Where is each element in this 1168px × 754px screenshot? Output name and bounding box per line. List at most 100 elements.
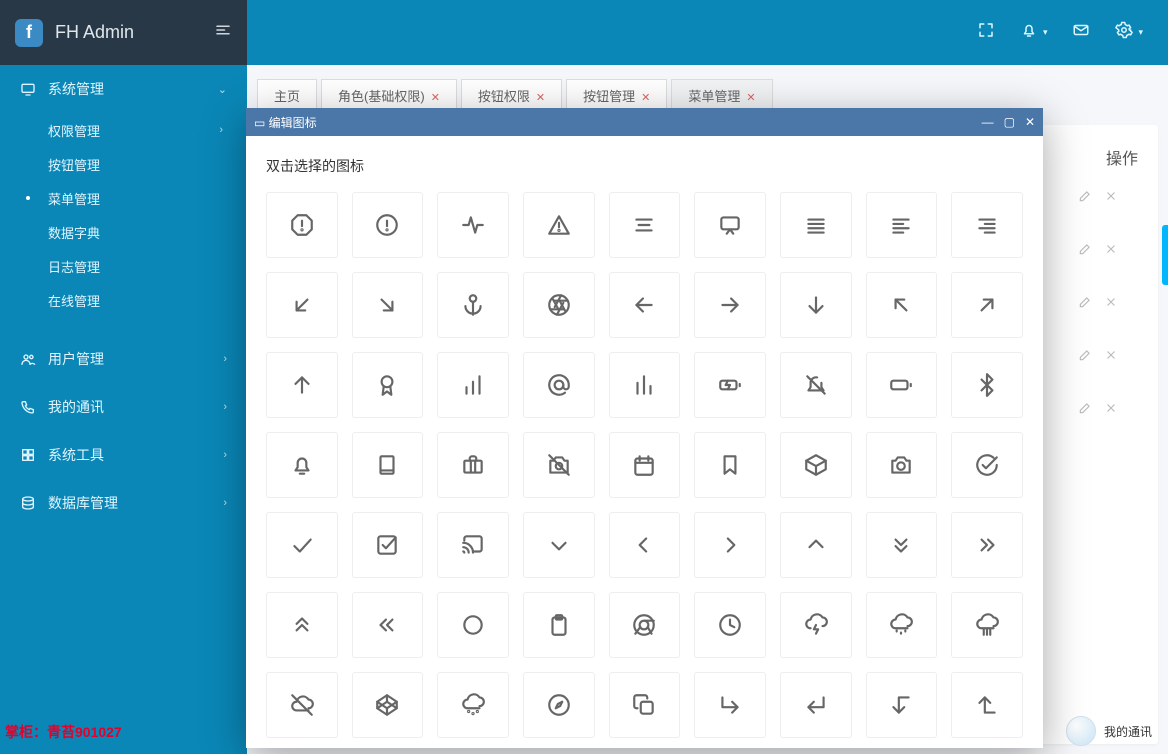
box-icon[interactable] <box>780 432 852 498</box>
align-justify-icon[interactable] <box>780 192 852 258</box>
mail-icon[interactable] <box>1072 21 1090 44</box>
clock-icon[interactable] <box>694 592 766 658</box>
align-right-icon[interactable] <box>951 192 1023 258</box>
sidebar-sub-0-4[interactable]: 日志管理 <box>0 249 247 283</box>
edit-icon[interactable] <box>1078 189 1092 203</box>
sidebar-sub-0-3[interactable]: 数据字典 <box>0 215 247 249</box>
sidebar-sub-0-0[interactable]: 权限管理› <box>0 113 247 147</box>
chevron-down-icon[interactable] <box>523 512 595 578</box>
chevron-up-icon[interactable] <box>780 512 852 578</box>
sidebar-item-2[interactable]: 我的通讯› <box>0 383 247 431</box>
check-icon[interactable] <box>266 512 338 578</box>
cloud-lightning-icon[interactable] <box>780 592 852 658</box>
tab-4[interactable]: 菜单管理✕ <box>671 79 772 111</box>
octagon-alert-icon[interactable] <box>266 192 338 258</box>
fullscreen-icon[interactable] <box>977 21 995 44</box>
edit-icon[interactable] <box>1078 295 1092 309</box>
sidebar-item-3[interactable]: 系统工具› <box>0 431 247 479</box>
chevrons-right-icon[interactable] <box>951 512 1023 578</box>
chevrons-up-icon[interactable] <box>266 592 338 658</box>
arrow-left-icon[interactable] <box>609 272 681 338</box>
activity-icon[interactable] <box>437 192 509 258</box>
cloud-snow-icon[interactable] <box>437 672 509 738</box>
arrow-up-icon[interactable] <box>266 352 338 418</box>
chevrons-left-icon[interactable] <box>352 592 424 658</box>
battery-icon[interactable] <box>866 352 938 418</box>
calendar-icon[interactable] <box>609 432 681 498</box>
circle-icon[interactable] <box>437 592 509 658</box>
tab-close-icon[interactable]: ✕ <box>536 92 545 104</box>
copy-icon[interactable] <box>609 672 681 738</box>
arrow-right-icon[interactable] <box>694 272 766 338</box>
corner-down-left-icon[interactable] <box>780 672 852 738</box>
sidebar-sub-0-2[interactable]: 菜单管理 <box>0 181 247 215</box>
tab-3[interactable]: 按钮管理✕ <box>566 79 667 111</box>
arrow-up-left-icon[interactable] <box>866 272 938 338</box>
anchor-icon[interactable] <box>437 272 509 338</box>
tab-close-icon[interactable]: ✕ <box>431 92 440 104</box>
chevron-left-icon[interactable] <box>609 512 681 578</box>
corner-left-down-icon[interactable] <box>866 672 938 738</box>
sidebar-sub-0-1[interactable]: 按钮管理 <box>0 147 247 181</box>
modal-minimize-button[interactable]: — <box>982 115 994 129</box>
arrow-down-right-icon[interactable] <box>352 272 424 338</box>
x-icon[interactable] <box>1104 189 1118 203</box>
modal-maximize-button[interactable]: ▢ <box>1004 115 1015 129</box>
corner-left-up-icon[interactable] <box>951 672 1023 738</box>
arrow-down-icon[interactable] <box>780 272 852 338</box>
chevron-right-icon[interactable] <box>694 512 766 578</box>
cloud-off-icon[interactable] <box>266 672 338 738</box>
right-edge-handle[interactable] <box>1162 225 1168 285</box>
align-left-icon[interactable] <box>866 192 938 258</box>
edit-icon[interactable] <box>1078 242 1092 256</box>
floating-contact[interactable]: 我的通讯 <box>1066 716 1152 746</box>
chevrons-down-icon[interactable] <box>866 512 938 578</box>
bookmark-icon[interactable] <box>694 432 766 498</box>
monitor-icon[interactable] <box>694 192 766 258</box>
cloud-rain-icon[interactable] <box>951 592 1023 658</box>
corner-down-right-icon[interactable] <box>694 672 766 738</box>
x-icon[interactable] <box>1104 295 1118 309</box>
award-icon[interactable] <box>352 352 424 418</box>
circle-alert-icon[interactable] <box>352 192 424 258</box>
arrow-up-right-icon[interactable] <box>951 272 1023 338</box>
clipboard-icon[interactable] <box>523 592 595 658</box>
tab-0[interactable]: 主页 <box>257 79 317 111</box>
chrome-icon[interactable] <box>609 592 681 658</box>
camera-icon[interactable] <box>866 432 938 498</box>
triangle-alert-icon[interactable] <box>523 192 595 258</box>
bell-icon[interactable] <box>1020 21 1038 44</box>
x-icon[interactable] <box>1104 401 1118 415</box>
align-center-icon[interactable] <box>609 192 681 258</box>
x-icon[interactable] <box>1104 242 1118 256</box>
book-icon[interactable] <box>352 432 424 498</box>
sidebar-item-4[interactable]: 数据库管理› <box>0 479 247 527</box>
edit-icon[interactable] <box>1078 401 1092 415</box>
x-icon[interactable] <box>1104 348 1118 362</box>
arrow-down-left-icon[interactable] <box>266 272 338 338</box>
briefcase-icon[interactable] <box>437 432 509 498</box>
modal-close-button[interactable]: ✕ <box>1025 115 1035 129</box>
at-sign-icon[interactable] <box>523 352 595 418</box>
tab-close-icon[interactable]: ✕ <box>746 92 755 104</box>
sidebar-item-0[interactable]: 系统管理⌄ <box>0 65 247 113</box>
camera-off-icon[interactable] <box>523 432 595 498</box>
tab-close-icon[interactable]: ✕ <box>641 92 650 104</box>
sidebar-collapse-button[interactable] <box>214 21 232 44</box>
bar-chart-icon[interactable] <box>609 352 681 418</box>
modal-titlebar[interactable]: ▭ 编辑图标 — ▢ ✕ <box>246 108 1043 136</box>
codepen-icon[interactable] <box>352 672 424 738</box>
battery-charging-icon[interactable] <box>694 352 766 418</box>
tab-1[interactable]: 角色(基础权限)✕ <box>321 79 457 111</box>
bell-icon[interactable] <box>266 432 338 498</box>
sidebar-item-1[interactable]: 用户管理› <box>0 335 247 383</box>
compass-icon[interactable] <box>523 672 595 738</box>
edit-icon[interactable] <box>1078 348 1092 362</box>
aperture-icon[interactable] <box>523 272 595 338</box>
tab-2[interactable]: 按钮权限✕ <box>461 79 562 111</box>
check-circle-icon[interactable] <box>951 432 1023 498</box>
sidebar-sub-0-5[interactable]: 在线管理 <box>0 283 247 317</box>
gear-icon[interactable] <box>1115 21 1133 44</box>
check-square-icon[interactable] <box>352 512 424 578</box>
bar-chart-asc-icon[interactable] <box>437 352 509 418</box>
